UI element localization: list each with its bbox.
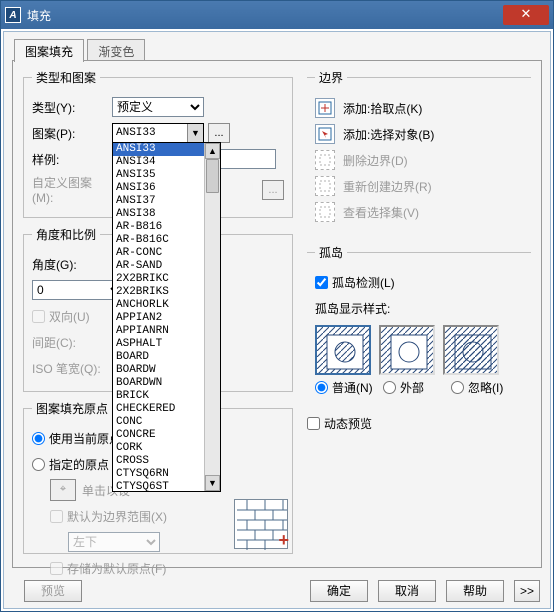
island-normal-radio[interactable] [315, 381, 328, 394]
recreate-boundary-icon [315, 176, 335, 196]
island-ignore-thumb[interactable] [443, 325, 499, 375]
origin-legend: 图案填充原点 [32, 400, 112, 417]
scroll-up-button[interactable]: ▲ [205, 143, 220, 159]
right-column: 边界 添加:拾取点(K) 添加:选择对象(B) 删除边界(D) [307, 69, 531, 559]
tab-bar: 图案填充 渐变色 [14, 38, 542, 60]
delete-boundary-label: 删除边界(D) [343, 152, 408, 169]
view-selection-icon [315, 202, 335, 222]
close-button[interactable]: ✕ [503, 5, 549, 25]
window-title: 填充 [27, 7, 503, 24]
store-default-label: 存储为默认原点(F) [67, 560, 166, 577]
pattern-dropdown-list[interactable]: ANSI33ANSI34ANSI35ANSI36ANSI37ANSI38AR-B… [112, 142, 221, 492]
store-default-checkbox [50, 562, 63, 575]
add-pick-point-label[interactable]: 添加:拾取点(K) [343, 100, 422, 117]
specify-origin-label: 指定的原点 [49, 456, 109, 473]
dialog-window: A 填充 ✕ 图案填充 渐变色 类型和图案 类型(Y): 预定义 [0, 0, 554, 612]
pattern-dropdown-button[interactable]: ▼ [187, 124, 203, 142]
add-select-object-label[interactable]: 添加:选择对象(B) [343, 126, 434, 143]
spacing-label: 间距(C): [32, 334, 112, 351]
custom-pattern-browse: ... [262, 180, 284, 200]
dynamic-preview-checkbox[interactable] [307, 417, 320, 430]
type-pattern-group: 类型和图案 类型(Y): 预定义 图案(P): ANSI33 ▼ [23, 69, 293, 218]
island-group: 孤岛 孤岛检测(L) 孤岛显示样式: [307, 244, 531, 404]
island-ignore-radio[interactable] [451, 381, 464, 394]
custom-pattern-label: 自定义图案(M): [32, 174, 112, 205]
specify-origin-radio[interactable] [32, 458, 45, 471]
set-origin-button: ⌖ [50, 479, 76, 501]
sample-label: 样例: [32, 151, 112, 168]
pattern-combobox[interactable]: ANSI33 ▼ ANSI33ANSI34ANSI35ANSI36ANSI37A… [112, 123, 204, 143]
pattern-current-value[interactable]: ANSI33 [113, 124, 187, 142]
tab-pattern[interactable]: 图案填充 [14, 39, 84, 62]
expand-button[interactable]: >> [514, 580, 540, 602]
delete-boundary-icon [315, 150, 335, 170]
plus-icon: + [278, 530, 289, 551]
island-outer-radio[interactable] [383, 381, 396, 394]
titlebar[interactable]: A 填充 ✕ [1, 1, 553, 29]
bidir-label: 双向(U) [49, 308, 90, 325]
island-normal-thumb[interactable] [315, 325, 371, 375]
tab-gradient[interactable]: 渐变色 [87, 39, 145, 62]
island-style-label: 孤岛显示样式: [315, 300, 390, 317]
angle-scale-legend: 角度和比例 [32, 226, 100, 243]
app-icon: A [5, 7, 21, 23]
angle-label: 角度(G): [32, 256, 112, 273]
left-column: 类型和图案 类型(Y): 预定义 图案(P): ANSI33 ▼ [23, 69, 293, 559]
pick-point-icon[interactable] [315, 98, 335, 118]
default-extent-checkbox [50, 510, 63, 523]
cancel-button[interactable]: 取消 [378, 580, 436, 602]
select-object-icon[interactable] [315, 124, 335, 144]
use-current-origin-radio[interactable] [32, 432, 45, 445]
pattern-browse-button[interactable]: ... [208, 123, 230, 143]
iso-pen-label: ISO 笔宽(Q): [32, 360, 112, 377]
extent-position-select: 左下 [68, 532, 160, 552]
scroll-thumb[interactable] [206, 159, 219, 193]
scrollbar[interactable]: ▲ ▼ [204, 143, 220, 491]
preview-button: 预览 [24, 580, 82, 602]
angle-select[interactable]: 0 [32, 280, 124, 300]
dynamic-preview-label: 动态预览 [324, 415, 372, 432]
island-legend: 孤岛 [315, 244, 347, 261]
bidir-checkbox [32, 310, 45, 323]
type-select[interactable]: 预定义 [112, 97, 204, 117]
type-label: 类型(Y): [32, 99, 112, 116]
type-pattern-legend: 类型和图案 [32, 69, 100, 86]
boundary-group: 边界 添加:拾取点(K) 添加:选择对象(B) 删除边界(D) [307, 69, 531, 236]
tab-panel: 类型和图案 类型(Y): 预定义 图案(P): ANSI33 ▼ [12, 60, 542, 568]
recreate-boundary-label: 重新创建边界(R) [343, 178, 432, 195]
scroll-down-button[interactable]: ▼ [205, 475, 220, 491]
island-detect-checkbox[interactable] [315, 276, 328, 289]
view-selection-label: 查看选择集(V) [343, 204, 419, 221]
help-button[interactable]: 帮助 [446, 580, 504, 602]
island-outer-thumb[interactable] [379, 325, 435, 375]
boundary-legend: 边界 [315, 69, 347, 86]
pattern-label: 图案(P): [32, 125, 112, 142]
ok-button[interactable]: 确定 [310, 580, 368, 602]
dialog-body: 图案填充 渐变色 类型和图案 类型(Y): 预定义 图案(P): [3, 31, 551, 609]
origin-preview: + [234, 499, 288, 549]
dialog-footer: 预览 确定 取消 帮助 >> [4, 580, 550, 602]
island-detect-label: 孤岛检测(L) [332, 274, 395, 291]
default-extent-label: 默认为边界范围(X) [67, 508, 167, 525]
